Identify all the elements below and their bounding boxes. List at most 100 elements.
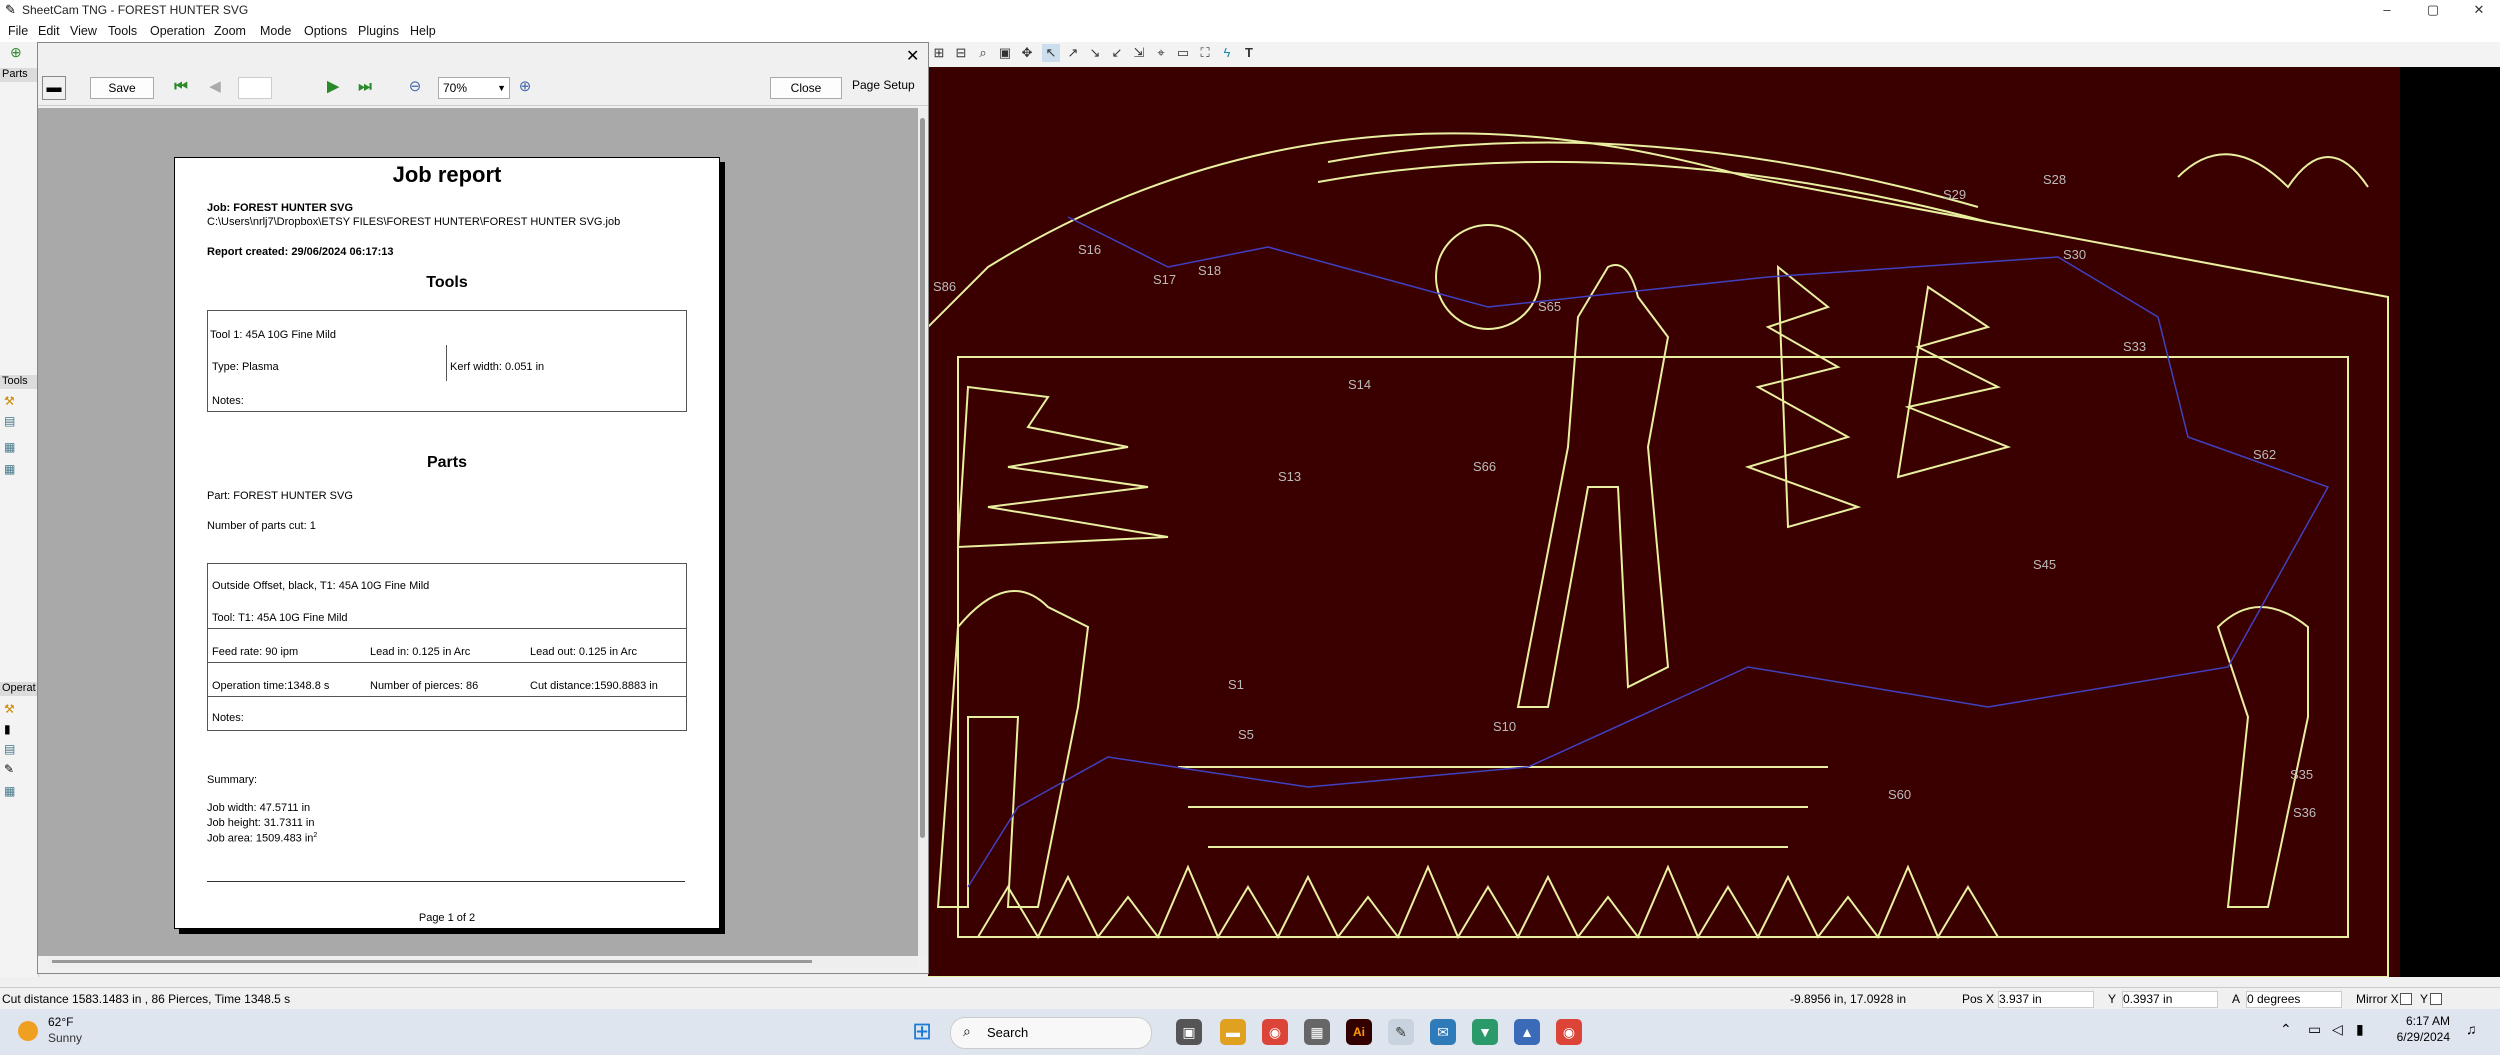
previous-page-icon[interactable]: ◀ (204, 76, 226, 98)
canvas-label: S33 (2123, 339, 2147, 354)
zoom-in-button[interactable]: ⊕ (514, 76, 536, 98)
app-icon-blue[interactable]: ▲ (1514, 1019, 1540, 1045)
menu-mode[interactable]: Mode (260, 24, 291, 38)
drawing-canvas[interactable]: S29 S28 S30 S33 S62 S35 S36 S16 S17 S18 … (928, 67, 2400, 977)
frame-icon[interactable]: ⛶ (1196, 44, 1214, 62)
menu-edit[interactable]: Edit (38, 24, 60, 38)
job-width: Job width: 47.5711 in (207, 802, 311, 814)
pos-y-label: Y (2108, 992, 2117, 1006)
mail-icon[interactable]: ✉ (1430, 1019, 1456, 1045)
select-arrow-icon[interactable]: ↖ (1042, 44, 1060, 62)
chrome-profile-icon[interactable]: ◉ (1556, 1019, 1582, 1045)
job-area: Job area: 1509.483 in2 (207, 832, 317, 845)
status-bar: Cut distance 1583.1483 in , 86 Pierces, … (0, 987, 2500, 1010)
operation-icon[interactable]: ⚒ (4, 702, 15, 716)
operations-panel-header: Operat (0, 682, 38, 696)
rapid-moves (967, 216, 2330, 888)
tab-icon[interactable]: ⇲ (1130, 44, 1148, 62)
menu-options[interactable]: Options (304, 24, 347, 38)
task-view-icon[interactable]: ▣ (1176, 1019, 1202, 1045)
canvas-label: S29 (1943, 187, 1967, 202)
search-label: Search (987, 1025, 1029, 1040)
calculator-icon[interactable]: ▦ (1304, 1019, 1330, 1045)
rectangle-icon[interactable]: ▭ (1174, 44, 1192, 62)
parts-panel-header: Parts (0, 68, 38, 82)
network-icon[interactable]: ▭ (2308, 1021, 2321, 1038)
start-windows-icon[interactable]: ⊞ (912, 1017, 932, 1046)
close-window-button[interactable]: ✕ (2456, 0, 2500, 20)
operation-table-icon[interactable]: ▦ (4, 784, 15, 798)
zoom-out-button[interactable]: ⊖ (404, 76, 426, 98)
zoom-select[interactable]: 70% ▼ (438, 77, 510, 99)
sheetcam-icon[interactable]: ✎ (1388, 1019, 1414, 1045)
canvas-label: S28 (2043, 172, 2067, 187)
mirror-x-checkbox[interactable] (2400, 993, 2412, 1005)
zoom-fit-icon[interactable]: ▣ (996, 44, 1014, 62)
operation-table: Outside Offset, black, T1: 45A 10G Fine … (207, 563, 687, 731)
vertical-scrollbar[interactable] (918, 108, 928, 956)
close-preview-icon[interactable]: ✕ (906, 46, 919, 66)
file-explorer-icon[interactable]: ▬ (1220, 1019, 1246, 1045)
last-page-icon[interactable]: ⏭ (354, 76, 376, 98)
illustrator-icon[interactable]: Ai (1346, 1019, 1372, 1045)
menu-help[interactable]: Help (410, 24, 436, 38)
page-footer-line (207, 881, 685, 882)
volume-icon[interactable]: ◁ (2332, 1021, 2343, 1038)
horizontal-scrollbar[interactable] (48, 957, 918, 967)
tool-grid-icon[interactable]: ▦ (4, 462, 15, 476)
menu-file[interactable]: File (8, 24, 28, 38)
operation-list-icon[interactable]: ▤ (4, 742, 15, 756)
text-tool-icon[interactable]: T (1240, 44, 1258, 62)
taskbar-search[interactable]: ⌕ Search (950, 1017, 1152, 1049)
zoom-in-icon[interactable]: ⊞ (930, 44, 948, 62)
clock-date[interactable]: 6/29/2024 (2380, 1030, 2450, 1044)
chrome-icon[interactable]: ◉ (1262, 1019, 1288, 1045)
weather-sun-icon[interactable] (18, 1021, 38, 1041)
job-name: Job: FOREST HUNTER SVG (207, 202, 354, 214)
cursor-coordinates: -9.8956 in, 17.0928 in (1790, 992, 1907, 1006)
feather-icon[interactable]: ϟ (1218, 44, 1236, 62)
pos-y-field[interactable]: 0.3937 in (2122, 991, 2218, 1008)
page-setup-button[interactable]: Page Setup (852, 78, 915, 92)
lead-icon[interactable]: ↙ (1108, 44, 1126, 62)
menu-tools[interactable]: Tools (108, 24, 137, 38)
sun (1435, 224, 1541, 330)
menu-view[interactable]: View (70, 24, 97, 38)
canvas-label: S66 (1473, 459, 1497, 474)
zoom-out-icon[interactable]: ⊟ (952, 44, 970, 62)
cutting-tool-icon[interactable]: ▮ (4, 722, 11, 736)
close-button[interactable]: Close (770, 77, 842, 99)
canvas-label: S86 (933, 279, 957, 294)
origin-icon[interactable]: ⌖ (1152, 44, 1170, 62)
tool-icon[interactable]: ⚒ (4, 394, 15, 408)
squared-superscript: 2 (313, 832, 318, 839)
battery-icon[interactable]: ▮ (2356, 1021, 2364, 1038)
next-page-icon[interactable]: ▶ (322, 76, 344, 98)
menu-zoom[interactable]: Zoom (214, 24, 246, 38)
pan-icon[interactable]: ✥ (1018, 44, 1036, 62)
notification-bell-icon[interactable]: ♫ (2466, 1021, 2477, 1037)
first-page-icon[interactable]: ⏮ (170, 76, 192, 98)
status-summary: Cut distance 1583.1483 in , 86 Pierces, … (2, 992, 291, 1006)
tool-list-icon[interactable]: ▤ (4, 414, 15, 428)
page-number-field[interactable] (238, 77, 272, 99)
tool-table-icon[interactable]: ▦ (4, 440, 15, 454)
select-node-icon[interactable]: ↗ (1064, 44, 1082, 62)
menu-operation[interactable]: Operation (150, 24, 205, 38)
start-point-icon[interactable]: ↘ (1086, 44, 1104, 62)
canvas-label: S13 (1278, 469, 1302, 484)
operation-edit-icon[interactable]: ✎ (4, 762, 14, 776)
printer-icon[interactable]: ▬ (42, 76, 66, 100)
menu-plugins[interactable]: Plugins (358, 24, 399, 38)
clock-time[interactable]: 6:17 AM (2380, 1014, 2450, 1028)
save-button[interactable]: Save (90, 77, 154, 99)
add-part-icon[interactable]: ⊕ (10, 44, 22, 61)
angle-field[interactable]: 0 degrees (2246, 991, 2342, 1008)
chevron-up-icon[interactable]: ⌃ (2280, 1021, 2292, 1038)
maximize-button[interactable]: ▢ (2410, 0, 2456, 20)
minimize-button[interactable]: – (2364, 0, 2410, 20)
mirror-y-checkbox[interactable] (2430, 993, 2442, 1005)
zoom-window-icon[interactable]: ⌕ (974, 44, 992, 62)
vpn-icon[interactable]: ▼ (1472, 1019, 1498, 1045)
pos-x-field[interactable]: 3.937 in (1998, 991, 2094, 1008)
